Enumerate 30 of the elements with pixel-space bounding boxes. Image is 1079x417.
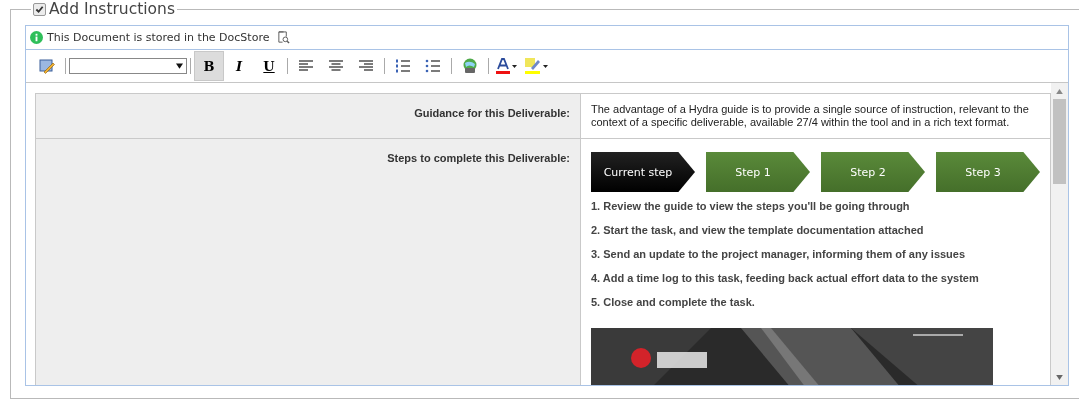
- info-icon: [30, 31, 43, 44]
- numbered-list-icon: [395, 59, 411, 73]
- italic-button[interactable]: I: [224, 51, 254, 81]
- row-label: Steps to complete this Deliverable:: [387, 152, 570, 164]
- align-right-icon: [359, 60, 373, 72]
- bullet-list-icon: [425, 59, 441, 73]
- align-center-icon: [329, 60, 343, 72]
- section-title: Add Instructions: [49, 0, 175, 18]
- bold-button[interactable]: B: [194, 51, 224, 81]
- step-item: 3. Send an update to the project manager, informing them of any issues: [591, 248, 967, 261]
- checkbox[interactable]: [33, 2, 46, 16]
- dropdown-arrow-icon: [176, 63, 183, 69]
- scrollbar[interactable]: [1051, 83, 1068, 385]
- step-item: 5. Close and complete the task.: [591, 296, 756, 309]
- step-item: 4. Add a time log to this task, feeding back actual effort data to the system: [591, 272, 980, 285]
- align-left-icon: [299, 60, 313, 72]
- highlighter-icon: [525, 58, 549, 74]
- step-item: 2. Start the task, and view the template documentation attached: [591, 224, 925, 237]
- step-item: 1. Review the guide to view the steps you'll be going through: [591, 200, 911, 213]
- pencil-icon: [39, 58, 55, 74]
- scroll-up-icon[interactable]: [1056, 89, 1063, 94]
- underline-button[interactable]: U: [254, 51, 284, 81]
- info-text: This Document is stored in the DocStore: [47, 31, 270, 44]
- document-search-icon[interactable]: [277, 31, 291, 44]
- guidance-text: The advantage of a Hydra guide is to provide a single source of instruction, relevant to the context of a specific deliverable, available 27/4 within the tool and in a rich text format.: [591, 103, 1030, 129]
- scrollbar-thumb[interactable]: [1053, 99, 1066, 184]
- font-select[interactable]: [69, 58, 187, 74]
- font-color-icon: [496, 58, 518, 74]
- row-label: Guidance for this Deliverable:: [414, 107, 570, 119]
- scroll-down-icon[interactable]: [1056, 375, 1063, 380]
